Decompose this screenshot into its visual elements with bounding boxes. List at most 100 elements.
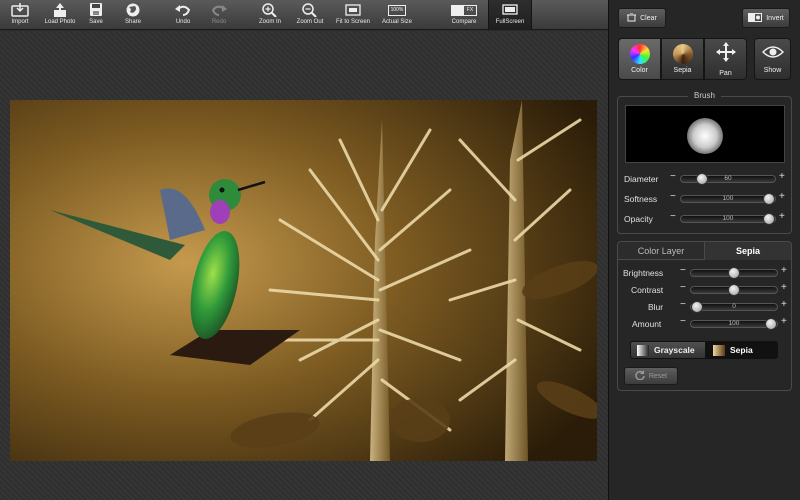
color-mode-button[interactable]: Color (618, 38, 661, 80)
contrast-slider[interactable] (690, 284, 778, 296)
contrast-decrease-button[interactable]: − (680, 282, 686, 293)
zoom-out-button[interactable]: Zoom Out (294, 0, 326, 30)
layer-group: Color Layer Sepia Brightness − + Contras… (617, 241, 792, 391)
amount-row: Amount − 100 + (618, 316, 791, 331)
actual-size-icon: 100% (388, 3, 406, 17)
brightness-row: Brightness − + (618, 265, 791, 280)
softness-slider[interactable]: 100 (680, 193, 776, 205)
eye-icon (761, 45, 784, 64)
softness-increase-button[interactable]: + (779, 191, 785, 202)
contrast-row: Contrast − + (618, 282, 791, 297)
blur-slider-knob[interactable] (691, 301, 703, 313)
undo-arrow-icon (174, 3, 192, 17)
redo-button[interactable]: Redo (208, 0, 230, 30)
softness-row: Softness − 100 + (618, 191, 791, 206)
brightness-slider[interactable] (690, 267, 778, 279)
diameter-row: Diameter − 60 + (618, 171, 791, 186)
blur-value: 0 (732, 303, 736, 310)
tab-sepia[interactable]: Sepia (704, 242, 791, 260)
opacity-increase-button[interactable]: + (779, 211, 785, 222)
sepia-button[interactable]: Sepia (706, 341, 778, 359)
contrast-increase-button[interactable]: + (781, 282, 787, 293)
pan-mode-button[interactable]: Pan (704, 38, 747, 80)
invert-button[interactable]: Invert (742, 8, 790, 28)
reset-button[interactable]: Reset (624, 367, 678, 385)
invert-icon (748, 12, 763, 24)
color-wheel-icon (629, 44, 650, 64)
load-photo-icon (51, 3, 69, 17)
sepia-mode-button[interactable]: Sepia (661, 38, 704, 80)
amount-label: Amount (632, 319, 662, 329)
blur-slider[interactable]: 0 (690, 301, 778, 313)
show-button[interactable]: Show (754, 38, 791, 80)
amount-slider[interactable]: 100 (690, 318, 778, 330)
control-panel: Clear Invert Color Sepia Pan Show Brush … (608, 0, 800, 500)
redo-arrow-icon (210, 3, 228, 17)
softness-value: 100 (722, 195, 734, 202)
fullscreen-button[interactable]: FullScreen (488, 0, 532, 30)
compare-button[interactable]: FX Compare (444, 0, 484, 30)
opacity-slider-knob[interactable] (763, 213, 775, 225)
diameter-label: Diameter (624, 174, 659, 184)
tab-color-layer[interactable]: Color Layer (618, 242, 704, 260)
diameter-increase-button[interactable]: + (779, 171, 785, 182)
zoom-in-icon (261, 3, 279, 17)
load-photo-button[interactable]: Load Photo (42, 0, 78, 30)
blur-row: Blur − 0 + (618, 299, 791, 314)
fit-to-screen-icon (344, 3, 362, 17)
fit-to-screen-button[interactable]: Fit to Screen (332, 0, 374, 30)
opacity-label: Opacity (624, 214, 653, 224)
brightness-decrease-button[interactable]: − (680, 265, 686, 276)
amount-slider-knob[interactable] (765, 318, 777, 330)
brightness-label: Brightness (623, 268, 664, 278)
save-button[interactable]: Save (84, 0, 108, 30)
reset-icon (635, 370, 645, 382)
diameter-decrease-button[interactable]: − (670, 171, 676, 182)
zoom-in-button[interactable]: Zoom In (256, 0, 284, 30)
softness-slider-knob[interactable] (763, 193, 775, 205)
clear-icon (627, 12, 637, 24)
pan-arrows-icon (715, 41, 736, 67)
toolbar: Import Load Photo Save Share Undo Redo Z… (0, 0, 608, 30)
diameter-slider[interactable]: 60 (680, 173, 776, 185)
import-button[interactable]: Import (4, 0, 36, 30)
diameter-slider-knob[interactable] (695, 173, 708, 185)
blur-label: Blur (648, 302, 664, 312)
opacity-slider[interactable]: 100 (680, 213, 776, 225)
globe-icon (124, 3, 142, 17)
compare-icon: FX (451, 3, 477, 17)
blur-increase-button[interactable]: + (781, 299, 787, 310)
brush-group: Brush Diameter − 60 + Softness − 100 + O… (617, 91, 792, 234)
opacity-value: 100 (722, 215, 734, 222)
app-window: Import Load Photo Save Share Undo Redo Z… (0, 0, 800, 500)
softness-decrease-button[interactable]: − (670, 191, 676, 202)
zoom-out-icon (301, 3, 319, 17)
clear-button[interactable]: Clear (618, 8, 666, 28)
share-button[interactable]: Share (120, 0, 146, 30)
import-icon (11, 3, 29, 17)
brightness-increase-button[interactable]: + (781, 265, 787, 276)
sepia-wheel-icon (672, 44, 693, 64)
grayscale-button[interactable]: Grayscale (630, 341, 706, 359)
brightness-slider-knob[interactable] (728, 267, 740, 279)
amount-increase-button[interactable]: + (781, 316, 787, 327)
amount-decrease-button[interactable]: − (680, 316, 686, 327)
brush-preview (625, 105, 785, 163)
undo-button[interactable]: Undo (172, 0, 194, 30)
blur-decrease-button[interactable]: − (680, 299, 686, 310)
grayscale-swatch-icon (637, 344, 649, 356)
actual-size-button[interactable]: 100% Actual Size (380, 0, 414, 30)
contrast-label: Contrast (631, 285, 664, 295)
brush-title: Brush (688, 91, 721, 100)
layer-tabs: Color Layer Sepia (618, 242, 791, 260)
photo-hummingbird[interactable] (10, 100, 597, 461)
sepia-swatch-icon (713, 344, 725, 356)
canvas-area[interactable] (0, 31, 608, 500)
opacity-row: Opacity − 100 + (618, 211, 791, 226)
fullscreen-icon (501, 3, 519, 17)
softness-label: Softness (624, 194, 658, 204)
opacity-decrease-button[interactable]: − (670, 211, 676, 222)
brush-preview-dot (687, 118, 723, 154)
floppy-disk-icon (87, 3, 105, 17)
contrast-slider-knob[interactable] (728, 284, 740, 296)
